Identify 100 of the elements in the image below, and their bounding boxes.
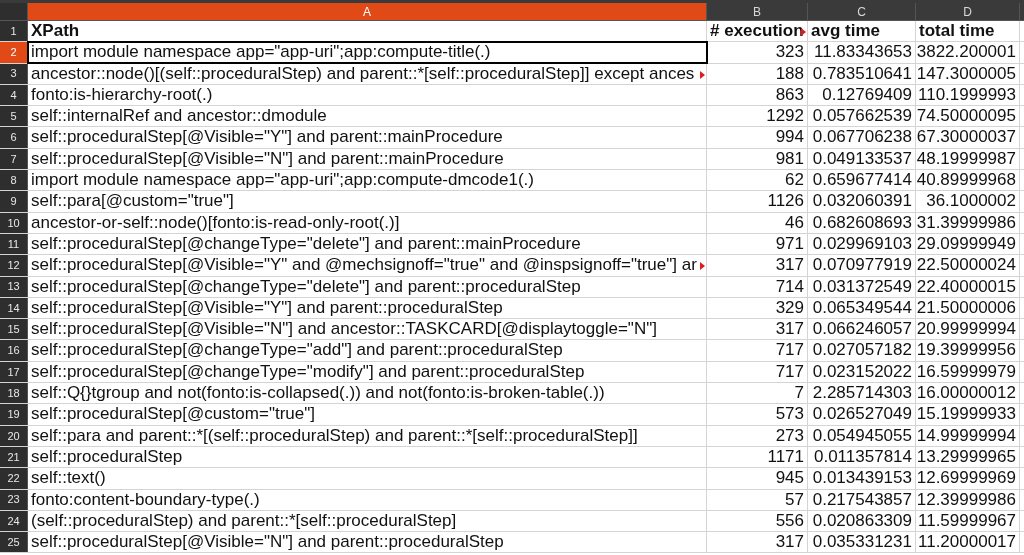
table-cell: self::text() — [31, 468, 106, 489]
row-header[interactable]: 12 — [0, 255, 28, 276]
table-cell: self::proceduralStep[@Visible="Y"] and parent::proceduralStep — [31, 297, 503, 318]
table-cell: import module namespace app="app-uri";app:compute-title(.) — [31, 42, 491, 63]
row-header[interactable]: 14 — [0, 297, 28, 319]
table-cell: 13.29999965 — [916, 446, 1016, 467]
table-cell: 0.026527049 — [812, 404, 912, 425]
table-cell: 323 — [775, 42, 804, 63]
column-title: # execution — [710, 21, 804, 41]
table-cell: ancestor::node()[(self::proceduralStep) and parent::*[self::proceduralStep]] except ances — [31, 63, 695, 84]
row-header[interactable]: 8 — [0, 170, 28, 191]
row-header[interactable]: 24 — [0, 510, 28, 532]
table-cell: 29.09999949 — [916, 233, 1016, 254]
table-cell: import module namespace app="app-uri";app:compute-dmcode1(.) — [31, 170, 534, 191]
table-cell: 0.020863309 — [812, 510, 912, 531]
table-cell: self::proceduralStep[@Visible="Y"] and parent::mainProcedure — [31, 127, 503, 148]
column-title: total time — [919, 21, 995, 41]
row-header[interactable]: 23 — [0, 489, 28, 510]
row-header[interactable]: 10 — [0, 212, 28, 233]
table-cell: 273 — [775, 425, 804, 446]
table-cell: 48.19999987 — [916, 148, 1016, 169]
table-cell: 317 — [775, 319, 804, 340]
table-cell: self::para and parent::*[(self::proceduralStep) and parent::*[self::proceduralStep]] — [31, 425, 638, 446]
row-header[interactable]: 2 — [0, 42, 28, 63]
row-header[interactable]: 6 — [0, 127, 28, 148]
row-header[interactable]: 13 — [0, 276, 28, 297]
table-cell: fonto:is-hierarchy-root(.) — [31, 84, 213, 105]
table-cell: 74.50000095 — [916, 106, 1016, 127]
row-header[interactable]: 17 — [0, 361, 28, 383]
table-cell: self::proceduralStep[@changeType="modify"] and parent::proceduralStep — [31, 361, 585, 382]
row-header[interactable]: 16 — [0, 340, 28, 361]
table-cell: self::proceduralStep[@Visible="N"] and parent::proceduralStep — [31, 532, 504, 553]
row-header[interactable]: 15 — [0, 319, 28, 340]
table-cell: 147.3000005 — [916, 63, 1016, 84]
table-cell: 0.054945055 — [812, 425, 912, 446]
table-cell: 110.1999993 — [918, 84, 1016, 105]
table-cell: 0.027057182 — [812, 340, 912, 361]
table-cell: 12.39999986 — [916, 489, 1016, 510]
table-cell: 0.013439153 — [812, 468, 912, 489]
row-header[interactable]: 4 — [0, 84, 28, 106]
table-cell: 46 — [785, 212, 804, 233]
row-header[interactable]: 1 — [0, 21, 28, 42]
table-cell: 2.285714303 — [812, 383, 912, 404]
table-cell: 15.19999933 — [916, 404, 1016, 425]
corner-cell[interactable] — [0, 3, 28, 20]
table-cell: 0.029969103 — [812, 233, 912, 254]
row-header[interactable]: 5 — [0, 106, 28, 127]
table-cell: 0.057662539 — [812, 106, 912, 127]
row-header[interactable]: 9 — [0, 191, 28, 212]
table-cell: 21.50000006 — [916, 297, 1016, 318]
table-cell: 0.12769409 — [822, 84, 912, 105]
table-cell: 11.83343653 — [814, 42, 912, 63]
table-cell: 0.066246057 — [812, 319, 912, 340]
table-cell: 1292 — [766, 106, 804, 127]
table-cell: self::para[@custom="true"] — [31, 191, 234, 212]
table-cell: 556 — [775, 510, 804, 531]
table-cell: (self::proceduralStep) and parent::*[self::proceduralStep] — [31, 510, 457, 531]
table-cell: 0.217543857 — [812, 489, 912, 510]
row-header[interactable]: 19 — [0, 404, 28, 425]
row-header[interactable]: 7 — [0, 148, 28, 170]
column-header[interactable]: A — [28, 3, 707, 20]
table-cell: 16.59999979 — [916, 361, 1016, 382]
column-title: XPath — [31, 21, 80, 41]
table-cell: 971 — [775, 233, 804, 254]
table-cell: self::proceduralStep[@Visible="N"] and ancestor::TASKCARD[@displaytoggle="N"] — [31, 319, 657, 340]
table-cell: 31.39999986 — [916, 212, 1016, 233]
table-cell: 20.99999994 — [916, 319, 1016, 340]
table-cell: self::proceduralStep[@Visible="N"] and parent::mainProcedure — [31, 148, 504, 169]
table-cell: 714 — [775, 276, 804, 297]
row-header[interactable]: 20 — [0, 425, 28, 446]
table-cell: 0.049133537 — [812, 148, 912, 169]
table-cell: 317 — [775, 532, 804, 553]
table-cell: 19.39999956 — [916, 340, 1016, 361]
table-cell: 994 — [775, 127, 804, 148]
row-header[interactable]: 25 — [0, 532, 28, 553]
table-cell: self::Q{}tgroup and not(fonto:is-collapsed(.)) and not(fonto:is-broken-table(.)) — [31, 383, 605, 404]
table-cell: 67.30000037 — [916, 127, 1016, 148]
table-cell: 11.20000017 — [918, 532, 1016, 553]
table-cell: 0.067706238 — [812, 127, 912, 148]
table-cell: 22.50000024 — [916, 255, 1016, 276]
table-cell: self::proceduralStep[@Visible="Y" and @mechsignoff="true" and @inspsignoff="true"] ar — [31, 255, 697, 276]
table-cell: 12.69999969 — [916, 468, 1016, 489]
table-cell: 317 — [775, 255, 804, 276]
table-cell: 1171 — [767, 446, 804, 467]
row-header[interactable]: 21 — [0, 446, 28, 468]
table-cell: 3822.200001 — [916, 42, 1016, 63]
table-cell: 188 — [775, 63, 804, 84]
row-header[interactable]: 3 — [0, 63, 28, 84]
row-header[interactable]: 22 — [0, 468, 28, 489]
row-header[interactable]: 11 — [0, 233, 28, 255]
table-cell: 22.40000015 — [916, 276, 1016, 297]
table-cell: 0.023152022 — [812, 361, 912, 382]
table-cell: self::proceduralStep[@changeType="delete"] and parent::mainProcedure — [31, 233, 581, 254]
table-cell: 329 — [775, 297, 804, 318]
table-cell: self::proceduralStep[@changeType="add"] and parent::proceduralStep — [31, 340, 563, 361]
table-cell: self::proceduralStep — [31, 446, 183, 467]
table-cell: 1126 — [767, 191, 804, 212]
row-header[interactable]: 18 — [0, 383, 28, 404]
table-cell: self::internalRef and ancestor::dmodule — [31, 106, 327, 127]
table-cell: ancestor-or-self::node()[fonto:is-read-only-root(.)] — [31, 212, 400, 233]
